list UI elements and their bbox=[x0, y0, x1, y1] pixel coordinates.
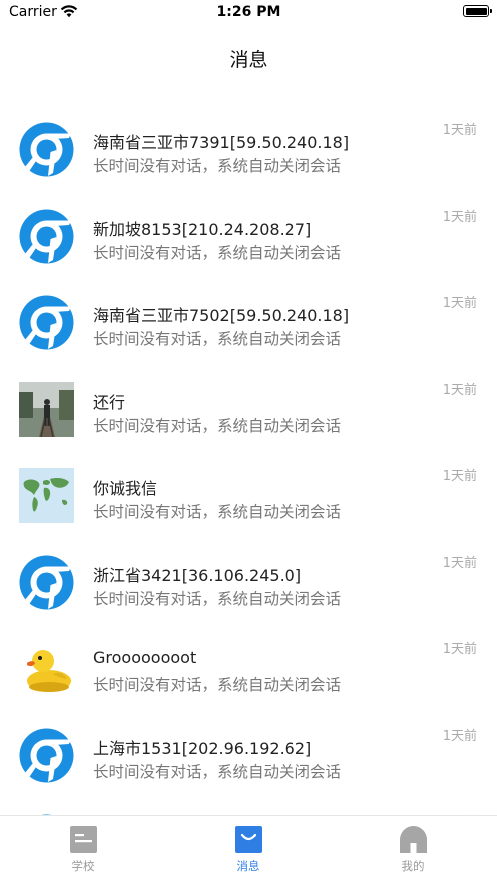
person-photo-avatar bbox=[19, 381, 74, 437]
chrome-icon bbox=[19, 122, 74, 177]
app-screen: Carrier 1:26 PM 消息 海南省三亚市7391[59.50.240.… bbox=[0, 0, 497, 883]
conversation-preview: 长时间没有对话，系统自动关闭会话 bbox=[93, 416, 342, 435]
conversation-preview: 长时间没有对话，系统自动关闭会话 bbox=[93, 503, 342, 521]
messages-tab-icon bbox=[234, 826, 262, 853]
conversation-preview: 长时间没有对话，系统自动关闭会话 bbox=[93, 157, 342, 175]
conversation-row[interactable]: 你诚我信 长时间没有对话，系统自动关闭会话 1天前 bbox=[0, 454, 497, 541]
chrome-icon bbox=[19, 555, 74, 610]
conversation-time: 1天前 bbox=[442, 382, 477, 398]
conversation-title: 新加坡8153[210.24.208.27] bbox=[93, 219, 312, 239]
conversation-title: 还行 bbox=[93, 392, 126, 412]
conversation-time: 1天前 bbox=[442, 209, 477, 225]
conversation-list[interactable]: 海南省三亚市7391[59.50.240.18] 长时间没有对话，系统自动关闭会… bbox=[0, 108, 497, 883]
chrome-icon bbox=[19, 728, 74, 783]
conversation-title: 海南省三亚市7502[59.50.240.18] bbox=[93, 306, 350, 325]
conversation-time: 1天前 bbox=[442, 642, 477, 657]
tab-school[interactable]: 学校 bbox=[23, 826, 143, 874]
conversation-title: 海南省三亚市7391[59.50.240.18] bbox=[93, 133, 350, 152]
conversation-time: 1天前 bbox=[442, 469, 477, 484]
conversation-title: 浙江省3421[36.106.245.0] bbox=[93, 565, 302, 585]
status-bar: Carrier 1:26 PM bbox=[0, 0, 497, 26]
tab-mine[interactable]: 我的 bbox=[353, 826, 473, 874]
chrome-icon bbox=[19, 209, 74, 264]
conversation-time: 1天前 bbox=[442, 555, 477, 571]
battery-icon bbox=[463, 5, 492, 17]
conversation-row[interactable]: 海南省三亚市7391[59.50.240.18] 长时间没有对话，系统自动关闭会… bbox=[0, 108, 497, 195]
conversation-row[interactable]: 海南省三亚市7502[59.50.240.18] 长时间没有对话，系统自动关闭会… bbox=[0, 281, 497, 368]
conversation-title: 上海市1531[202.96.192.62] bbox=[93, 738, 312, 758]
rubber-duck-avatar bbox=[19, 641, 74, 696]
tab-messages[interactable]: 消息 bbox=[188, 826, 308, 874]
conversation-preview: 长时间没有对话，系统自动关闭会话 bbox=[93, 330, 342, 348]
conversation-time: 1天前 bbox=[442, 296, 477, 311]
conversation-title: 你诚我信 bbox=[93, 479, 158, 498]
tab-messages-label: 消息 bbox=[236, 859, 260, 873]
conversation-preview: 长时间没有对话，系统自动关闭会话 bbox=[93, 589, 342, 608]
tab-mine-label: 我的 bbox=[401, 859, 425, 873]
page-title: 消息 bbox=[229, 49, 268, 71]
school-tab-icon bbox=[69, 826, 97, 853]
tab-bar: 学校 消息 我的 bbox=[0, 815, 497, 883]
conversation-row[interactable]: 上海市1531[202.96.192.62] 长时间没有对话，系统自动关闭会话 … bbox=[0, 714, 497, 801]
tab-school-label: 学校 bbox=[71, 859, 95, 873]
world-map-avatar bbox=[19, 468, 74, 523]
conversation-preview: 长时间没有对话，系统自动关闭会话 bbox=[93, 243, 342, 262]
clock: 1:26 PM bbox=[216, 4, 281, 20]
conversation-time: 1天前 bbox=[442, 123, 477, 138]
conversation-row[interactable]: 浙江省3421[36.106.245.0] 长时间没有对话，系统自动关闭会话 1… bbox=[0, 541, 497, 628]
conversation-row[interactable]: 新加坡8153[210.24.208.27] 长时间没有对话，系统自动关闭会话 … bbox=[0, 195, 497, 282]
conversation-title: Groooooooot bbox=[93, 648, 197, 667]
profile-tab-icon bbox=[399, 826, 427, 853]
conversation-row[interactable]: 还行 长时间没有对话，系统自动关闭会话 1天前 bbox=[0, 368, 497, 455]
conversation-row[interactable]: Groooooooot 长时间没有对话，系统自动关闭会话 1天前 bbox=[0, 627, 497, 714]
conversation-time: 1天前 bbox=[442, 728, 477, 744]
conversation-preview: 长时间没有对话，系统自动关闭会话 bbox=[93, 762, 342, 781]
chrome-icon bbox=[19, 295, 74, 350]
conversation-preview: 长时间没有对话，系统自动关闭会话 bbox=[93, 676, 342, 694]
